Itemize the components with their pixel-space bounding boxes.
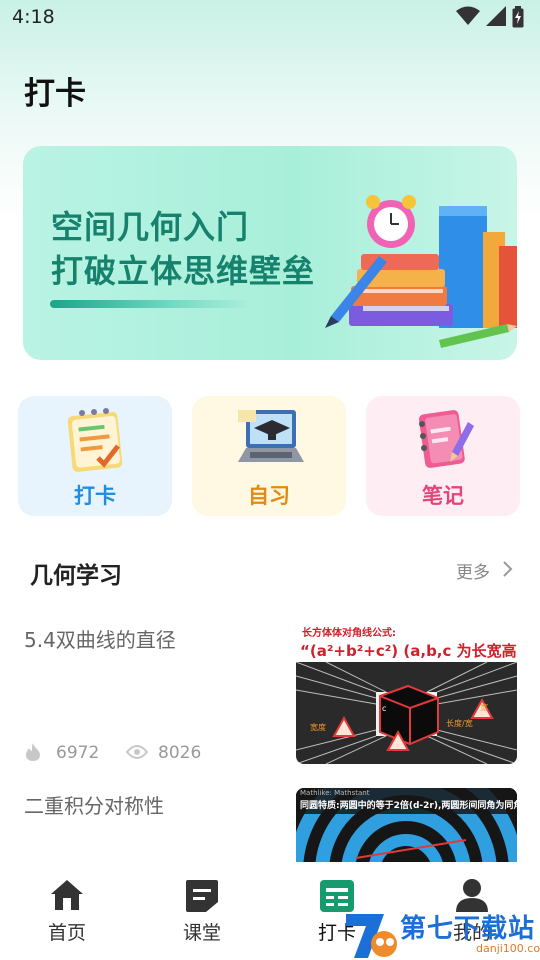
thumbnail-caption-small: Mathlike: Mathstant	[300, 789, 370, 797]
view-count: 8026	[158, 743, 202, 763]
thumbnail-label-side: 宽	[480, 703, 488, 712]
tab-classroom[interactable]: 课堂	[152, 862, 252, 960]
article-thumbnail: 长方体体对角线公式: “(a²+b²+c²) (a,b,c 为长宽高) 宽度 长…	[296, 622, 517, 764]
article-title: 5.4双曲线的直径	[24, 628, 176, 652]
section-title: 几何学习	[30, 563, 122, 589]
thumbnail-label-width: 宽度	[310, 723, 326, 732]
thumbnail-heading: 长方体体对角线公式:	[302, 628, 396, 639]
thumbnail-heading: 同圆特质:两圆中的等于2倍(d-2r),两圆形间同角为同角	[300, 801, 517, 811]
home-icon	[51, 880, 83, 910]
shortcut-checkin[interactable]: 打卡	[18, 396, 172, 516]
more-link[interactable]: 更多	[456, 558, 490, 583]
battery-icon	[512, 6, 524, 28]
eye-icon	[126, 745, 148, 759]
thumbnail-formula: “(a²+b²+c²) (a,b,c 为长宽高)	[300, 642, 517, 660]
banner-subheadline: 打破立体思维壁垒	[51, 252, 316, 290]
status-time: 4:18	[12, 6, 55, 28]
banner-headline: 空间几何入门	[51, 208, 250, 246]
shortcut-selfstudy-label: 自习	[248, 484, 290, 508]
tab-home-label: 首页	[47, 922, 86, 944]
books-illustration-icon	[325, 195, 517, 348]
shortcut-notes[interactable]: 笔记	[366, 396, 520, 516]
like-count: 6972	[56, 743, 100, 763]
page-title: 打卡	[24, 76, 86, 112]
watermark-url: danji100.com	[476, 942, 540, 955]
promo-banner[interactable]: 空间几何入门 打破立体思维壁垒	[23, 146, 517, 360]
shortcut-selfstudy[interactable]: 自习	[192, 396, 346, 516]
checklist-notebook-icon	[67, 408, 123, 472]
classroom-icon	[186, 880, 218, 912]
wifi-icon	[456, 6, 480, 25]
thumbnail-label-length: 长度/宽	[446, 719, 473, 728]
tab-classroom-label: 课堂	[182, 922, 221, 944]
tab-home[interactable]: 首页	[17, 862, 117, 960]
fire-icon	[26, 743, 40, 761]
chevron-right-icon[interactable]	[502, 560, 514, 578]
article-thumbnail: Mathlike: Mathstant 同圆特质:两圆中的等于2倍(d-2r),…	[296, 788, 517, 862]
shortcut-notes-label: 笔记	[422, 484, 464, 508]
notebook-pencil-icon	[418, 410, 474, 468]
cuboid-diagram-icon	[296, 662, 517, 764]
status-bar: 4:18	[0, 0, 540, 36]
shortcut-checkin-label: 打卡	[74, 484, 116, 508]
watermark-text: 第七下载站	[400, 914, 536, 944]
watermark-logo: 第七下载站 danji100.com	[344, 906, 540, 960]
laptop-graduation-icon	[238, 410, 304, 462]
banner-progress-bar	[50, 300, 250, 308]
thumbnail-label-c: c	[382, 704, 387, 713]
watermark-mascot-icon	[346, 914, 397, 958]
signal-icon	[486, 6, 506, 26]
article-title: 二重积分对称性	[24, 794, 164, 818]
